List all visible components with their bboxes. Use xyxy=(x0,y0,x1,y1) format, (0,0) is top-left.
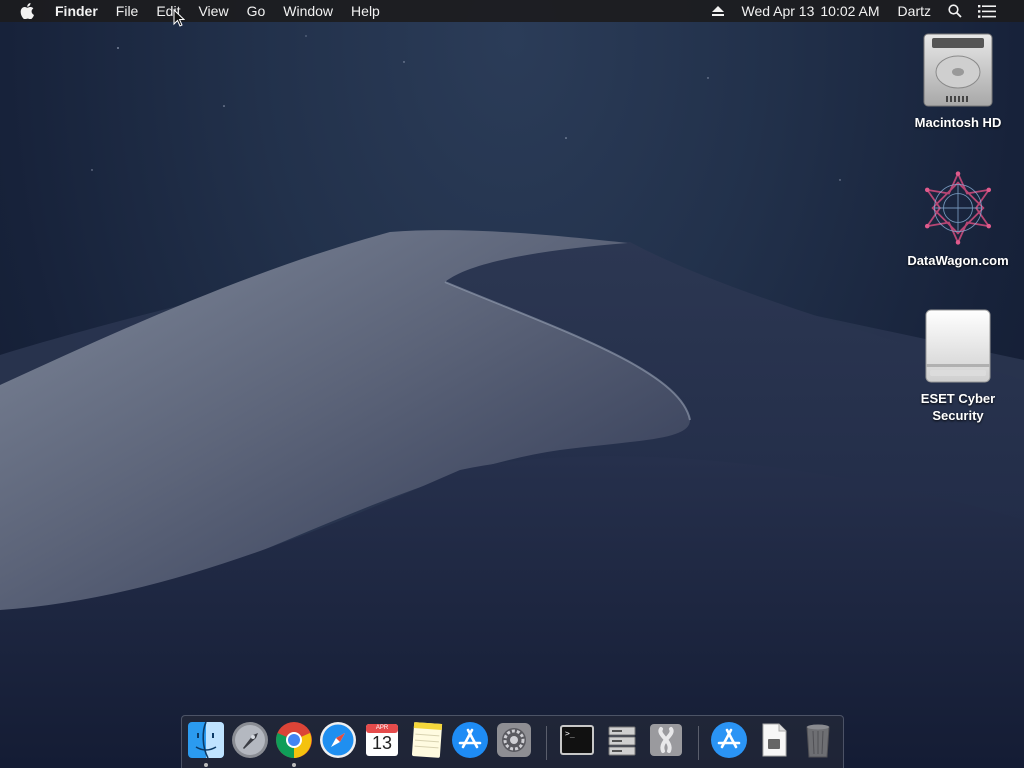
dock: APR 13 >_ xyxy=(181,715,844,768)
dock-trash-icon[interactable] xyxy=(799,721,837,759)
running-indicator xyxy=(292,763,296,767)
external-drive-icon xyxy=(920,306,996,386)
dock-safari-icon[interactable] xyxy=(319,721,357,759)
desktop-icon-label: DataWagon.com xyxy=(907,253,1009,268)
user-menu[interactable]: Dartz xyxy=(889,0,940,22)
spotlight-search-icon[interactable] xyxy=(940,0,970,22)
desktop-icon-eset[interactable]: ESET Cyber Security xyxy=(898,306,1018,424)
dock-launchpad-icon[interactable] xyxy=(231,721,269,759)
eject-icon[interactable] xyxy=(704,0,732,22)
menu-app-finder[interactable]: Finder xyxy=(46,0,107,22)
datawagon-logo-icon xyxy=(920,168,996,248)
dock-separator xyxy=(698,726,699,760)
calendar-day: 13 xyxy=(371,733,393,753)
dune-wallpaper-graphic xyxy=(0,35,1024,768)
mouse-cursor-icon xyxy=(173,8,186,32)
dock-app-store-download-icon[interactable] xyxy=(710,721,748,759)
notification-center-icon[interactable] xyxy=(970,0,1004,22)
dock-finder-icon[interactable] xyxy=(187,721,225,759)
menu-go[interactable]: Go xyxy=(238,0,275,22)
clock-date[interactable]: Wed Apr 13 xyxy=(732,0,818,22)
dock-chrome-icon[interactable] xyxy=(275,721,313,759)
menu-bar: Finder File Edit View Go Window Help Wed… xyxy=(0,0,1024,22)
dock-server-stack-icon[interactable] xyxy=(603,721,641,759)
apple-menu-icon[interactable] xyxy=(0,3,46,19)
desktop-icon-label: Macintosh HD xyxy=(914,115,1002,130)
desktop-icon-macintosh-hd[interactable]: Macintosh HD xyxy=(898,30,1018,131)
menu-window[interactable]: Window xyxy=(274,0,342,22)
dock-system-preferences-icon[interactable] xyxy=(495,721,533,759)
dock-installer-ribbon-icon[interactable] xyxy=(647,721,685,759)
terminal-prompt: >_ xyxy=(565,729,575,738)
dock-document-icon[interactable] xyxy=(755,721,793,759)
calendar-month: APR xyxy=(375,725,389,731)
desktop-icon-label: ESET Cyber Security xyxy=(920,391,996,423)
desktop-wallpaper xyxy=(0,0,1024,768)
dock-notes-icon[interactable] xyxy=(407,721,445,759)
menu-help[interactable]: Help xyxy=(342,0,389,22)
menu-view[interactable]: View xyxy=(189,0,237,22)
desktop-icon-datawagon[interactable]: DataWagon.com xyxy=(898,168,1018,269)
hard-drive-icon xyxy=(920,30,996,110)
clock-time[interactable]: 10:02 AM xyxy=(818,0,888,22)
menu-file[interactable]: File xyxy=(107,0,148,22)
dock-terminal-icon[interactable]: >_ xyxy=(558,721,596,759)
dock-separator xyxy=(546,726,547,760)
dock-app-store-icon[interactable] xyxy=(451,721,489,759)
dock-calendar-icon[interactable]: APR 13 xyxy=(363,721,401,759)
running-indicator xyxy=(204,763,208,767)
